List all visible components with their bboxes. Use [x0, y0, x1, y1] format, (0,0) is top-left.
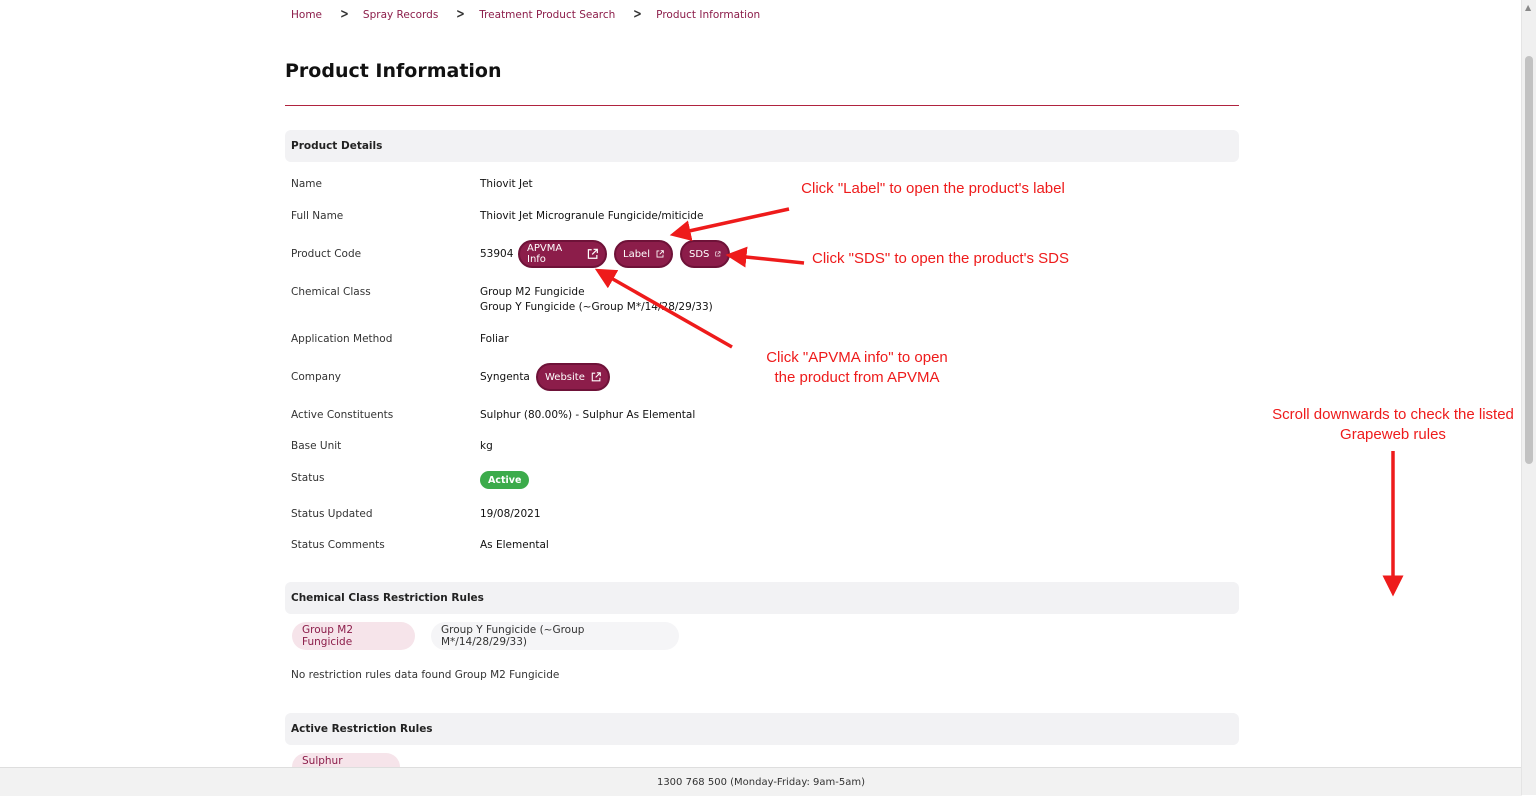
product-details-header: Product Details [285, 130, 1239, 162]
status-badge: Active [480, 471, 530, 489]
annotation-arrows [594, 207, 1404, 597]
active-rules-header: Active Restriction Rules [285, 713, 1239, 745]
name-value: Thiovit Jet [480, 178, 533, 190]
chevron-right-icon: > [633, 7, 643, 22]
company-label: Company [291, 371, 341, 383]
apvma-info-label: APVMA Info [527, 243, 563, 265]
application-method-label: Application Method [291, 333, 393, 345]
label-button-label: Label [623, 248, 650, 260]
external-link-icon [715, 251, 721, 257]
apvma-info-button[interactable]: APVMA Info [518, 240, 607, 268]
base-unit-value: kg [480, 440, 493, 452]
status-comments-label: Status Comments [291, 539, 385, 551]
no-rules-message: No restriction rules data found Group M2… [291, 669, 560, 681]
title-divider [285, 105, 1239, 106]
chemical-class-rules-header: Chemical Class Restriction Rules [285, 582, 1239, 614]
chemical-class-chip[interactable]: Group M2 Fungicide [292, 622, 415, 650]
breadcrumb-treatment-product-search[interactable]: Treatment Product Search [479, 9, 615, 21]
base-unit-label: Base Unit [291, 440, 342, 452]
apvma-annotation: Click "APVMA info" to open the product f… [766, 349, 948, 386]
breadcrumb-home[interactable]: Home [291, 9, 322, 21]
chemical-class-value-1: Group M2 Fungicide [480, 286, 585, 298]
chevron-right-icon: > [340, 7, 349, 22]
full-name-label: Full Name [291, 210, 344, 222]
website-button-label: Website [545, 371, 585, 383]
footer-contact: 1300 768 500 (Monday-Friday: 9am-5am) [656, 776, 866, 788]
company-value: Syngenta [480, 371, 530, 383]
status-updated-label: Status Updated [291, 508, 373, 520]
section-title: Product Details [291, 140, 383, 152]
external-link-icon [591, 372, 601, 382]
scroll-up-icon[interactable]: ▲ [1525, 3, 1531, 12]
label-annotation: Click "Label" to open the product's labe… [801, 180, 1065, 197]
scroll-thumb[interactable] [1525, 56, 1533, 464]
footer-bar: 1300 768 500 (Monday-Friday: 9am-5am) [0, 767, 1522, 796]
name-label: Name [291, 178, 322, 190]
active-constituents-value: Sulphur (80.00%) - Sulphur As Elemental [480, 409, 696, 421]
status-label: Status [291, 472, 325, 484]
chemical-class-chip[interactable]: Group Y Fungicide (~Group M*/14/28/29/33… [431, 622, 679, 650]
external-link-icon [656, 250, 664, 258]
status-updated-value: 19/08/2021 [480, 508, 541, 520]
application-method-value: Foliar [480, 333, 509, 345]
breadcrumb-current-page: Product Information [656, 8, 761, 21]
sds-button-label: SDS [689, 248, 710, 260]
label-button[interactable]: Label [614, 240, 673, 268]
chevron-right-icon: > [456, 7, 466, 22]
sds-annotation: Click "SDS" to open the product's SDS [812, 250, 1069, 267]
breadcrumb-spray-records[interactable]: Spray Records [363, 9, 438, 21]
product-code-label: Product Code [291, 248, 362, 260]
section-title: Active Restriction Rules [291, 723, 433, 735]
external-link-icon [587, 248, 598, 259]
product-information-page: Home > Spray Records > Treatment Product… [0, 0, 1536, 796]
website-button[interactable]: Website [536, 363, 610, 391]
vertical-scrollbar[interactable]: ▲ [1521, 0, 1536, 795]
chemical-class-value-2: Group Y Fungicide (~Group M*/14/28/29/33… [480, 301, 713, 313]
sds-button[interactable]: SDS [680, 240, 730, 268]
active-constituents-label: Active Constituents [291, 409, 394, 421]
chemical-class-label: Chemical Class [291, 286, 371, 298]
product-code-value: 53904 [480, 248, 514, 260]
section-title: Chemical Class Restriction Rules [291, 592, 484, 604]
breadcrumb: Home > Spray Records > Treatment Product… [291, 8, 760, 21]
page-title: Product Information [285, 60, 502, 82]
status-comments-value: As Elemental [480, 539, 549, 551]
scroll-annotation: Scroll downwards to check the listed Gra… [1272, 406, 1514, 443]
sds-arrow [725, 246, 805, 268]
full-name-value: Thiovit Jet Microgranule Fungicide/mitic… [480, 210, 704, 222]
